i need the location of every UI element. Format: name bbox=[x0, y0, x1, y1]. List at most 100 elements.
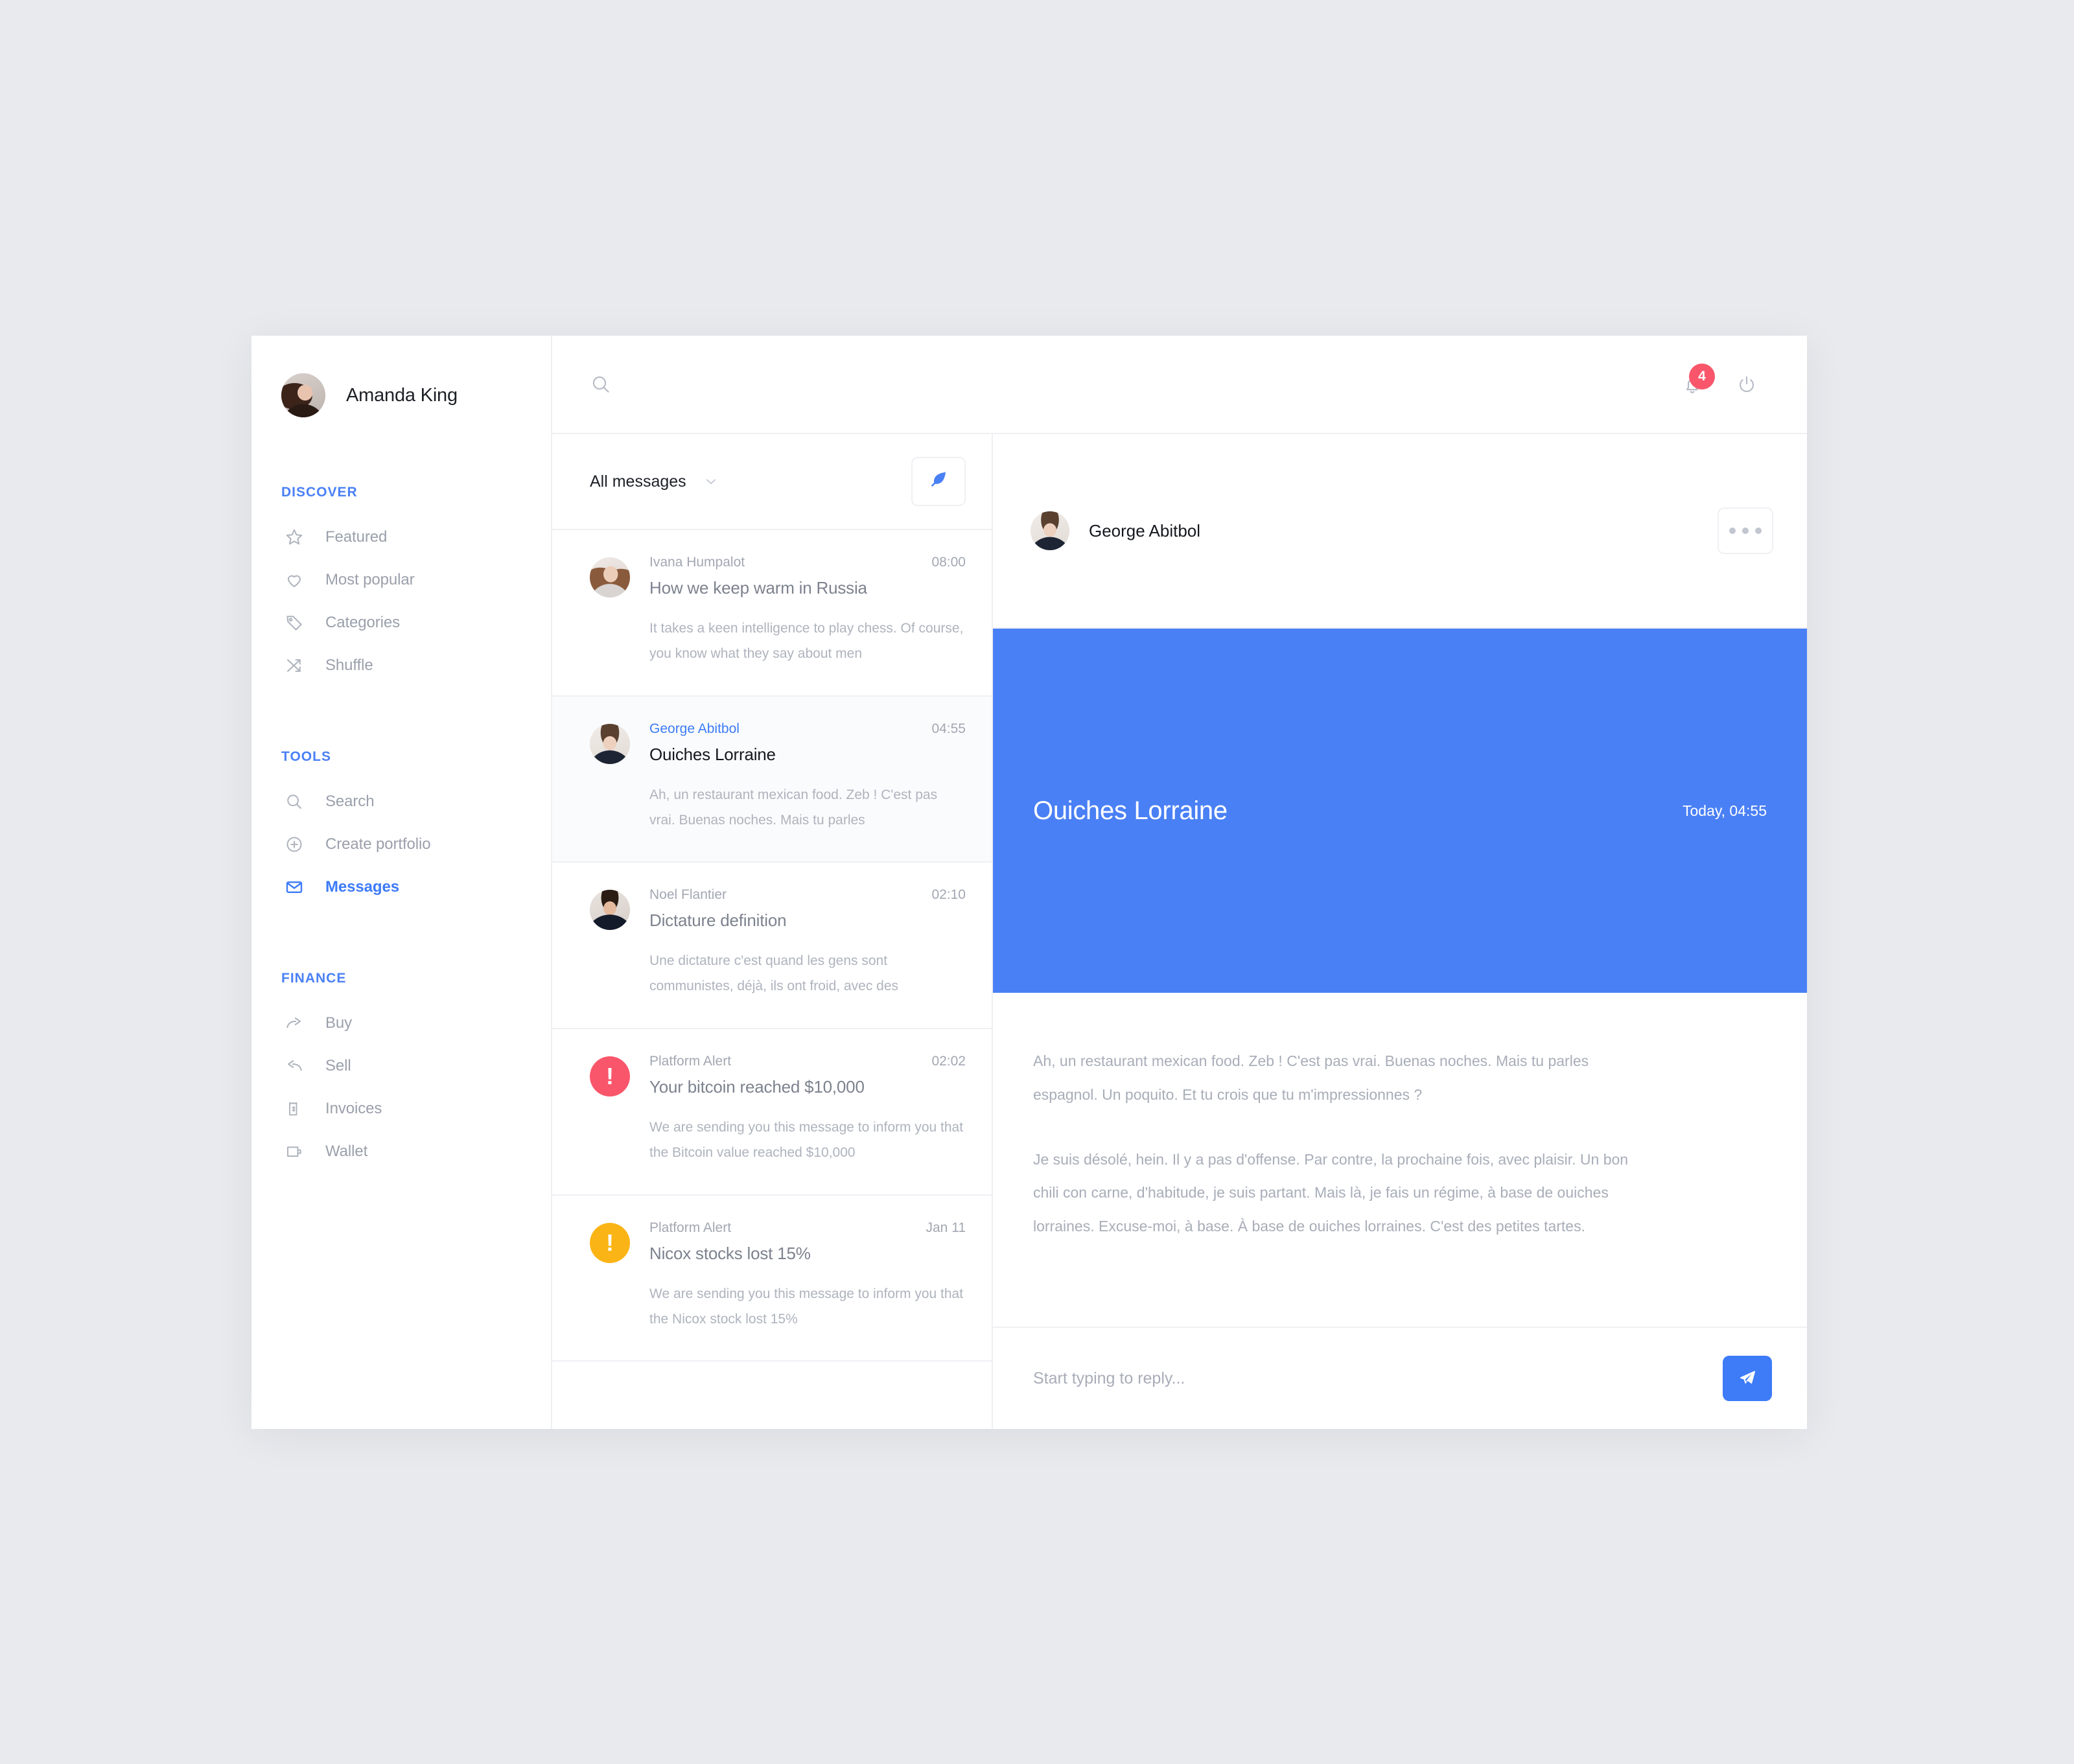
message-preview: We are sending you this message to infor… bbox=[649, 1120, 964, 1160]
list-item-body: Noel Flantier 02:10 Dictature definition… bbox=[649, 887, 966, 999]
heart-icon bbox=[281, 567, 307, 593]
sidebar-item-label: Sell bbox=[325, 1057, 351, 1074]
shuffle-icon bbox=[281, 653, 307, 679]
sidebar-item-most-popular[interactable]: Most popular bbox=[251, 559, 551, 601]
user-profile[interactable]: Amanda King bbox=[251, 336, 551, 417]
message-subject: Your bitcoin reached $10,000 bbox=[649, 1077, 865, 1097]
conversation-header: George Abitbol bbox=[993, 434, 1807, 629]
message-preview: Une dictature c'est quand les gens sont … bbox=[649, 953, 899, 994]
search-icon bbox=[281, 789, 307, 815]
alert-glyph: ! bbox=[606, 1229, 614, 1256]
list-item-body: Ivana Humpalot 08:00 How we keep warm in… bbox=[649, 555, 966, 667]
sidebar-section-tools: TOOLS Search Create portfolio Messages bbox=[251, 749, 551, 909]
message-time: 08:00 bbox=[931, 555, 966, 570]
content-columns: All messages Ivana Humpalot 08:00 How we… bbox=[552, 336, 1807, 1429]
tag-icon bbox=[281, 610, 307, 636]
sidebar-item-shuffle[interactable]: Shuffle bbox=[251, 644, 551, 687]
avatar bbox=[590, 890, 630, 931]
conversation-body: Ah, un restaurant mexican food. Zeb ! C'… bbox=[993, 993, 1807, 1327]
avatar bbox=[590, 557, 630, 598]
message-sender: Ivana Humpalot bbox=[649, 555, 745, 570]
message-sender: Platform Alert bbox=[649, 1054, 732, 1069]
sidebar-item-create-portfolio[interactable]: Create portfolio bbox=[251, 823, 551, 866]
list-item[interactable]: ! Platform Alert 02:02 Your bitcoin reac… bbox=[552, 1029, 992, 1196]
sidebar-section-title: DISCOVER bbox=[281, 485, 358, 500]
sidebar-section-title: FINANCE bbox=[281, 971, 347, 986]
sidebar-item-invoices[interactable]: Invoices bbox=[251, 1087, 551, 1130]
paper-plane-icon bbox=[1738, 1369, 1756, 1389]
list-item-body: Platform Alert 02:02 Your bitcoin reache… bbox=[649, 1054, 966, 1166]
feather-icon bbox=[927, 469, 950, 494]
sidebar-item-messages[interactable]: Messages bbox=[251, 866, 551, 909]
message-subject: Dictature definition bbox=[649, 911, 787, 931]
alert-glyph: ! bbox=[606, 1063, 614, 1090]
sidebar-item-wallet[interactable]: Wallet bbox=[251, 1130, 551, 1173]
list-item-body: Platform Alert Jan 11 Nicox stocks lost … bbox=[649, 1220, 966, 1332]
sidebar: Amanda King DISCOVER Featured Most popul… bbox=[251, 336, 552, 1429]
message-sender: Noel Flantier bbox=[649, 887, 727, 903]
conversation-peer[interactable]: George Abitbol bbox=[1031, 511, 1200, 550]
sidebar-item-categories[interactable]: Categories bbox=[251, 601, 551, 644]
list-item[interactable]: Ivana Humpalot 08:00 How we keep warm in… bbox=[552, 530, 992, 697]
message-subject: Ouiches Lorraine bbox=[649, 744, 776, 764]
arrow-reply-icon bbox=[281, 1053, 307, 1079]
top-bar: 4 bbox=[552, 336, 1807, 434]
sidebar-item-label: Invoices bbox=[325, 1100, 382, 1117]
ellipsis-icon bbox=[1742, 528, 1749, 534]
reply-input[interactable] bbox=[1033, 1369, 1723, 1388]
sidebar-section-discover: DISCOVER Featured Most popular Categorie… bbox=[251, 485, 551, 687]
more-options-button[interactable] bbox=[1718, 507, 1773, 554]
top-bar-actions: 4 bbox=[1681, 336, 1807, 434]
sidebar-item-sell[interactable]: Sell bbox=[251, 1045, 551, 1087]
avatar bbox=[590, 723, 630, 764]
list-item[interactable]: George Abitbol 04:55 Ouiches Lorraine Ah… bbox=[552, 696, 992, 863]
alert-exclamation-icon: ! bbox=[590, 1056, 630, 1097]
receipt-dollar-icon bbox=[281, 1096, 307, 1122]
sidebar-section-title: TOOLS bbox=[281, 749, 331, 764]
alert-exclamation-icon: ! bbox=[590, 1222, 630, 1263]
avatar bbox=[281, 373, 325, 417]
sidebar-item-label: Search bbox=[325, 793, 375, 810]
messages-filter-label: All messages bbox=[590, 472, 686, 491]
sidebar-list-tools: Search Create portfolio Messages bbox=[251, 780, 551, 909]
message-list: Ivana Humpalot 08:00 How we keep warm in… bbox=[552, 530, 992, 1429]
sidebar-item-search[interactable]: Search bbox=[251, 780, 551, 823]
message-list-column: All messages Ivana Humpalot 08:00 How we… bbox=[552, 434, 993, 1429]
conversation-paragraph: Je suis désolé, hein. Il y a pas d'offen… bbox=[1033, 1150, 1629, 1235]
search-input[interactable] bbox=[631, 375, 968, 393]
message-sender: Platform Alert bbox=[649, 1220, 732, 1235]
messages-filter-dropdown[interactable]: All messages bbox=[590, 472, 719, 491]
envelope-icon bbox=[281, 874, 307, 900]
reply-composer bbox=[993, 1327, 1807, 1429]
arrow-forward-icon bbox=[281, 1010, 307, 1036]
power-icon[interactable] bbox=[1736, 374, 1758, 396]
search-icon[interactable] bbox=[590, 373, 612, 395]
send-button[interactable] bbox=[1723, 1356, 1772, 1401]
message-subject: Nicox stocks lost 15% bbox=[649, 1243, 811, 1263]
star-icon bbox=[281, 524, 307, 550]
sidebar-item-label: Wallet bbox=[325, 1143, 368, 1160]
sidebar-list-discover: Featured Most popular Categories Shuffle bbox=[251, 516, 551, 687]
sidebar-item-featured[interactable]: Featured bbox=[251, 516, 551, 559]
main-area: 4 All messages Ivana Humpalot 08:00 How … bbox=[552, 336, 1807, 1429]
sidebar-item-label: Shuffle bbox=[325, 656, 373, 674]
sidebar-item-label: Most popular bbox=[325, 571, 415, 588]
message-preview: It takes a keen intelligence to play che… bbox=[649, 621, 964, 661]
message-list-header: All messages bbox=[552, 434, 992, 530]
conversation-column: George Abitbol Ouiches Lorraine Today, 0… bbox=[993, 434, 1807, 1429]
list-item-body: George Abitbol 04:55 Ouiches Lorraine Ah… bbox=[649, 721, 966, 833]
chevron-down-icon bbox=[703, 474, 719, 489]
sidebar-item-label: Featured bbox=[325, 528, 388, 546]
message-time: 02:10 bbox=[931, 887, 966, 903]
sidebar-item-buy[interactable]: Buy bbox=[251, 1002, 551, 1045]
message-preview: We are sending you this message to infor… bbox=[649, 1286, 964, 1327]
compose-button[interactable] bbox=[911, 457, 966, 506]
message-time: 04:55 bbox=[931, 721, 966, 736]
sidebar-item-label: Messages bbox=[325, 878, 399, 896]
avatar bbox=[1031, 511, 1069, 550]
bell-icon[interactable]: 4 bbox=[1681, 364, 1715, 396]
ellipsis-icon bbox=[1729, 528, 1736, 534]
list-item[interactable]: ! Platform Alert Jan 11 Nicox stocks los… bbox=[552, 1195, 992, 1362]
sidebar-item-label: Categories bbox=[325, 614, 401, 631]
list-item[interactable]: Noel Flantier 02:10 Dictature definition… bbox=[552, 863, 992, 1030]
